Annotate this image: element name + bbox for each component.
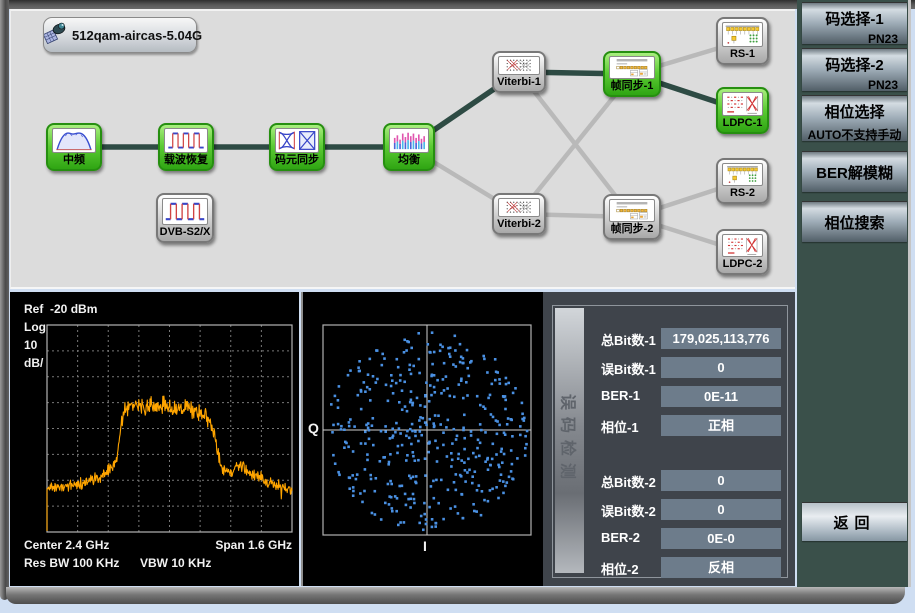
block-label: 帧同步-1 xyxy=(605,79,659,94)
ber-row-label: 总Bit数-2 xyxy=(601,472,656,491)
ldpc-graph-icon xyxy=(722,92,763,116)
block-label: Viterbi-2 xyxy=(494,217,544,232)
code-select-1-button[interactable]: 码选择-1 PN23 xyxy=(802,2,907,44)
block-label: 载波恢复 xyxy=(160,153,212,168)
block-v1[interactable]: Viterbi-1 xyxy=(492,51,546,93)
block-dvb[interactable]: DVB-S2/X xyxy=(156,193,214,243)
ber-row-value: 0 xyxy=(661,499,781,520)
session-title-label: 512qam-aircas-5.04G xyxy=(72,28,202,43)
signal-chain-diagram-panel: 中频 载波恢复 码元同步 均衡 DVB-S2/X Viterbi-1 Viterbi-2 帧同… xyxy=(10,9,795,289)
code-select-2-button[interactable]: 码选择-2 PN23 xyxy=(802,48,907,91)
ber-detect-side-strip: 误码检测 xyxy=(555,308,584,573)
window-top-frame xyxy=(0,0,915,9)
center-freq-label: Center 2.4 GHz xyxy=(24,538,109,552)
frame-sync-icon xyxy=(609,199,655,222)
button-label: 码选择-1 xyxy=(802,8,907,29)
ber-detect-vertical-label: 误码检测 xyxy=(558,394,582,486)
ber-row-value: 正相 xyxy=(661,415,781,436)
spectrum-analyzer-panel: Ref -20 dBm Log 10 dB/ Center 2.4 GHz Sp… xyxy=(10,292,299,586)
block-label: 帧同步-2 xyxy=(605,222,659,237)
ber-row-label: 总Bit数-1 xyxy=(601,330,656,349)
control-sidebar: 码选择-1 PN23 码选择-2 PN23 相位选择 AUTO不支持手动 BER解模糊相位搜… xyxy=(797,0,911,587)
session-title-button[interactable]: 512qam-aircas-5.04G xyxy=(43,17,197,53)
constellation-panel: Q I xyxy=(301,292,543,586)
block-v2[interactable]: Viterbi-2 xyxy=(492,193,546,235)
frame-sync-icon xyxy=(609,56,655,79)
satellite-icon xyxy=(44,20,70,51)
trellis-icon xyxy=(498,56,540,75)
rbw-label: Res BW 100 KHz xyxy=(24,556,119,570)
block-symsync[interactable]: 码元同步 xyxy=(269,123,325,171)
button-label: 相位搜索 xyxy=(824,212,884,233)
ber-row-value: 0E-0 xyxy=(661,528,781,549)
button-sub-label: PN23 xyxy=(802,32,898,46)
window-bottom-frame xyxy=(6,587,905,604)
button-label: 码选择-2 xyxy=(802,54,907,75)
block-label: 码元同步 xyxy=(271,153,323,168)
block-label: LDPC-1 xyxy=(718,116,767,131)
phase-search-button[interactable]: 相位搜索 xyxy=(802,201,907,242)
ber-row-value: 反相 xyxy=(661,557,781,578)
ber-row-label: 误Bit数-2 xyxy=(601,501,656,520)
ber-row-label: BER-1 xyxy=(601,388,640,403)
block-label: 均衡 xyxy=(385,153,433,168)
block-ldpc1[interactable]: LDPC-1 xyxy=(716,87,769,134)
block-label: LDPC-2 xyxy=(718,257,767,272)
back-button-label: 返回 xyxy=(833,512,875,533)
block-rs2[interactable]: RS-2 xyxy=(716,158,769,204)
span-label: Span 1.6 GHz xyxy=(215,538,292,552)
i-axis-label: I xyxy=(423,538,427,554)
ber-deambiguity-button[interactable]: BER解模糊 xyxy=(802,151,907,192)
spectrum-hump-icon xyxy=(52,128,96,153)
block-label: RS-1 xyxy=(718,47,767,62)
eye-diagram-icon xyxy=(275,128,319,153)
ber-row-label: BER-2 xyxy=(601,530,640,545)
ber-row-label: 误Bit数-1 xyxy=(601,359,656,378)
rs-tree-icon xyxy=(722,163,763,186)
square-wave-icon xyxy=(162,198,208,225)
vbw-label: VBW 10 KHz xyxy=(140,556,211,570)
button-label: 相位选择 xyxy=(802,101,907,122)
ber-row-value: 179,025,113,776 xyxy=(661,328,781,349)
button-label: BER解模糊 xyxy=(816,162,893,183)
block-fs1[interactable]: 帧同步-1 xyxy=(603,51,661,97)
rs-tree-icon xyxy=(722,22,763,47)
block-rs1[interactable]: RS-1 xyxy=(716,17,769,65)
q-axis-label: Q xyxy=(308,420,319,436)
ber-row-label: 相位-1 xyxy=(601,417,639,436)
app-window: 中频 载波恢复 码元同步 均衡 DVB-S2/X Viterbi-1 Viterbi-2 帧同… xyxy=(0,0,915,613)
block-if[interactable]: 中频 xyxy=(46,123,102,171)
block-label: DVB-S2/X xyxy=(158,225,212,240)
block-eq[interactable]: 均衡 xyxy=(383,123,435,171)
block-carrier[interactable]: 载波恢复 xyxy=(158,123,214,171)
equalizer-bars-icon xyxy=(389,128,429,153)
ber-row-value: 0 xyxy=(661,470,781,491)
block-label: RS-2 xyxy=(718,186,767,201)
block-label: 中频 xyxy=(48,153,100,168)
trellis-icon xyxy=(498,198,540,217)
ber-row-value: 0E-11 xyxy=(661,386,781,407)
button-sub-label: AUTO不支持手动 xyxy=(803,126,906,143)
ber-row-value: 0 xyxy=(661,357,781,378)
window-left-frame xyxy=(0,0,9,600)
block-ldpc2[interactable]: LDPC-2 xyxy=(716,229,769,275)
ber-statistics-panel: 误码检测 总Bit数-1 179,025,113,776 误Bit数-1 0 BER-1… xyxy=(543,292,795,586)
ber-statistics-frame: 误码检测 总Bit数-1 179,025,113,776 误Bit数-1 0 BER-1… xyxy=(552,305,788,578)
block-label: Viterbi-1 xyxy=(494,75,544,90)
back-button[interactable]: 返回 xyxy=(802,502,907,541)
square-wave-icon xyxy=(164,128,208,153)
ber-row-label: 相位-2 xyxy=(601,559,639,578)
block-fs2[interactable]: 帧同步-2 xyxy=(603,194,661,240)
phase-select-button[interactable]: 相位选择 AUTO不支持手动 xyxy=(802,95,907,141)
button-sub-label: PN23 xyxy=(802,78,898,92)
ldpc-graph-icon xyxy=(722,234,763,257)
